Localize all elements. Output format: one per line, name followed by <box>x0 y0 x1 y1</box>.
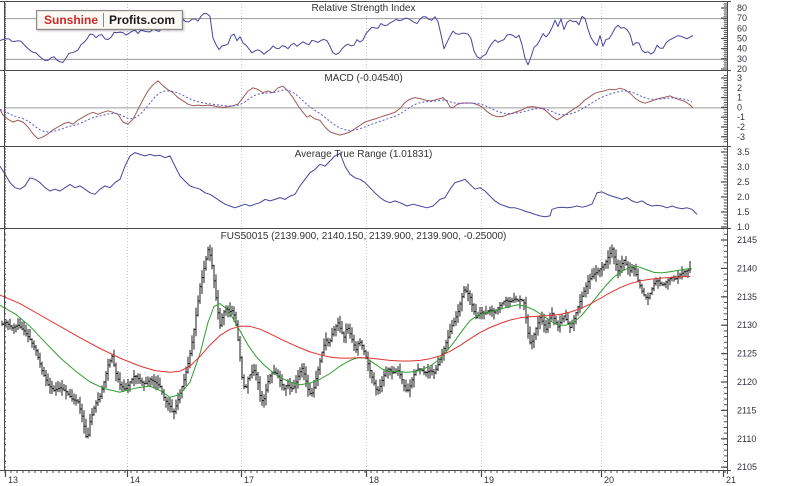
rsi-ytick-label: 50 <box>737 34 747 44</box>
price-ytick-label: 2110 <box>737 434 756 444</box>
price-ytick-label: 2135 <box>737 292 757 302</box>
price-ytick-label: 2105 <box>737 462 757 472</box>
rsi-ytick-label: 60 <box>737 23 747 33</box>
day-label-14: 14 <box>130 475 140 485</box>
macd-ytick-label: 1 <box>737 93 742 103</box>
price-ytick-label: 2120 <box>737 377 757 387</box>
atr-ytick-label: 2.0 <box>737 192 750 202</box>
day-label-21: 21 <box>726 475 736 485</box>
sunshine-profits-logo[interactable]: SunshineProfits.com <box>36 10 183 30</box>
atr-ytick-label: 1.0 <box>737 222 750 232</box>
price-ytick-label: 2145 <box>737 235 757 245</box>
day-label-18: 18 <box>369 475 379 485</box>
macd-ytick-label: 0 <box>737 102 742 112</box>
day-label-13: 13 <box>8 475 18 485</box>
chart-canvas: 807060504030203210-1-2-33.53.02.52.01.51… <box>0 0 800 486</box>
chart-root: 807060504030203210-1-2-33.53.02.52.01.51… <box>0 0 800 486</box>
macd-ytick-label: -3 <box>737 132 745 142</box>
macd-ytick-label: 3 <box>737 73 742 83</box>
day-label-20: 20 <box>604 475 614 485</box>
macd-ytick-label: -2 <box>737 122 745 132</box>
logo-part-sunshine: Sunshine <box>44 13 104 27</box>
rsi-ytick-label: 80 <box>737 3 747 13</box>
price-ytick-label: 2125 <box>737 349 757 359</box>
logo-part-profits: Profits.com <box>104 13 175 27</box>
rsi-ytick-label: 30 <box>737 54 747 64</box>
atr-ytick-label: 3.5 <box>737 147 750 157</box>
background <box>0 0 800 486</box>
macd-ytick-label: -1 <box>737 112 745 122</box>
price-ytick-label: 2115 <box>737 405 756 415</box>
price-ytick-label: 2140 <box>737 263 757 273</box>
day-label-17: 17 <box>244 475 254 485</box>
macd-ytick-label: 2 <box>737 83 742 93</box>
rsi-ytick-label: 70 <box>737 13 747 23</box>
atr-ytick-label: 2.5 <box>737 177 750 187</box>
atr-ytick-label: 3.0 <box>737 162 750 172</box>
rsi-ytick-label: 40 <box>737 44 747 54</box>
day-label-19: 19 <box>484 475 494 485</box>
price-ytick-label: 2130 <box>737 320 757 330</box>
atr-ytick-label: 1.5 <box>737 207 750 217</box>
